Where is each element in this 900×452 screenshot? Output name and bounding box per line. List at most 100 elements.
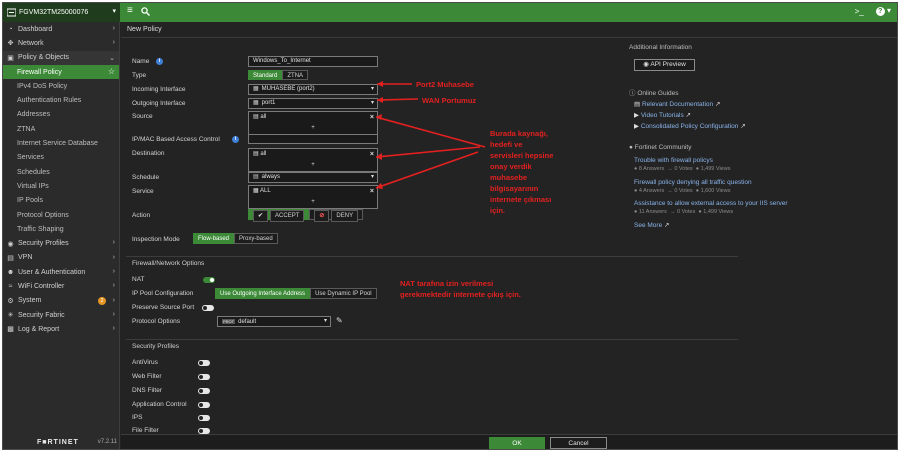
video-icon: ▶	[634, 112, 639, 119]
incoming-interface-select[interactable]: ▦ MUHASEBE (port2) ▾	[248, 84, 378, 95]
annotation-nat-note: NAT tarafına izin verilmesi gerekmektedi…	[400, 279, 521, 299]
sidebar-item-virtual-ips[interactable]: Virtual IPs	[3, 179, 119, 193]
dns-filter-label: DNS Filter	[132, 387, 162, 394]
web-filter-toggle[interactable]	[198, 374, 210, 380]
external-link-icon: ↗	[714, 101, 721, 108]
chevron-right-icon: ›	[112, 268, 115, 276]
action-accept-button[interactable]: ✔ ACCEPT	[248, 209, 310, 222]
star-icon[interactable]: ☆	[108, 67, 115, 76]
see-more-link[interactable]: See More ↗	[634, 221, 669, 229]
sidebar-item-addresses[interactable]: Addresses	[3, 108, 119, 122]
add-source-button[interactable]: +	[249, 123, 377, 134]
consolidated-policy-link[interactable]: ▶ Consolidated Policy Configuration ↗	[634, 122, 746, 130]
online-guides-heading: ⓘ Online Guides	[629, 90, 679, 97]
service-label: Service	[132, 188, 154, 195]
action-deny-button[interactable]: ⊘ DENY	[309, 209, 364, 222]
sidebar-item-protocol-options[interactable]: Protocol Options	[3, 208, 119, 222]
ok-button[interactable]: OK	[489, 437, 545, 449]
sidebar-item-ip-pools[interactable]: IP Pools	[3, 194, 119, 208]
lock-icon: ◉	[7, 240, 14, 248]
sidebar-item-internet-service-database[interactable]: Internet Service Database	[3, 136, 119, 150]
community-post-link[interactable]: Trouble with firewall policys	[634, 157, 713, 164]
community-post-link[interactable]: Firewall policy denying all traffic ques…	[634, 179, 752, 186]
type-standard-option[interactable]: Standard	[248, 70, 283, 80]
source-entry: ▤ all ×	[253, 112, 374, 123]
inspection-flow-based-option[interactable]: Flow-based	[193, 233, 235, 244]
sidebar-item-wifi-controller[interactable]: ≈ WiFi Controller ›	[3, 279, 119, 293]
sidebar-item-authentication-rules[interactable]: Authentication Rules	[3, 93, 119, 107]
sidebar-item-network[interactable]: ✥ Network ›	[3, 36, 119, 50]
inspection-mode-toggle: Flow-based Proxy-based	[193, 233, 278, 244]
sidebar-item-user-authentication[interactable]: ☻ User & Authentication ›	[3, 265, 119, 279]
sidebar-item-dashboard[interactable]: ◔ Dashboard ›	[3, 22, 119, 36]
service-field[interactable]: ▦ ALL × +	[248, 185, 378, 209]
sidebar-item-services[interactable]: Services	[3, 151, 119, 165]
nat-toggle[interactable]	[203, 277, 215, 283]
info-icon[interactable]: i	[232, 136, 239, 143]
cli-console-button[interactable]: >_	[855, 7, 864, 16]
dropdown-arrow-icon: ▾	[370, 86, 374, 92]
firmware-version: v7.2.11	[97, 439, 117, 445]
info-icon[interactable]: i	[156, 58, 163, 65]
video-tutorials-link[interactable]: ▶ Video Tutorials ↗	[634, 111, 691, 119]
fabric-icon: ✳	[7, 312, 14, 320]
community-post-meta: ● 8 Answers → 0 Votes ● 1,499 Views	[634, 166, 731, 172]
add-destination-button[interactable]: +	[249, 160, 377, 171]
destination-field[interactable]: ▤ all × +	[248, 148, 378, 172]
sidebar-item-system[interactable]: ⚙ System 2 ›	[3, 294, 119, 308]
dialog-footer: OK Cancel	[121, 434, 897, 449]
cancel-button[interactable]: Cancel	[550, 437, 607, 449]
sidebar-item-ipv4-dos-policy[interactable]: IPv4 DoS Policy	[3, 79, 119, 93]
name-input[interactable]: Windows_To_Internet	[248, 56, 378, 67]
destination-entry: ▤ all ×	[253, 149, 374, 160]
ip-pool-outgoing-interface-option[interactable]: Use Outgoing Interface Address	[215, 288, 311, 299]
inspection-proxy-based-option[interactable]: Proxy-based	[234, 233, 278, 244]
protocol-options-select[interactable]: PROT default ▾	[217, 316, 331, 327]
chevron-down-icon: ⌄	[109, 54, 115, 62]
api-preview-button[interactable]: ◉ API Preview	[634, 59, 695, 71]
relevant-documentation-link[interactable]: ▤ Relevant Documentation ↗	[634, 100, 720, 108]
sidebar-item-security-fabric[interactable]: ✳ Security Fabric ›	[3, 308, 119, 322]
protocol-options-label: Protocol Options	[132, 318, 181, 325]
community-post-meta: ● 11 Answers → 0 Votes ● 1,499 Views	[634, 209, 734, 215]
type-ztna-option[interactable]: ZTNA	[282, 70, 309, 80]
ipmac-access-control-field[interactable]	[248, 134, 378, 144]
sidebar-item-firewall-policy[interactable]: Firewall Policy ☆	[3, 64, 119, 80]
sidebar-item-log-report[interactable]: ▩ Log & Report ›	[3, 322, 119, 336]
action-toggle: ✔ ACCEPT ⊘ DENY	[248, 209, 364, 222]
schedule-select[interactable]: ▤ always ▾	[248, 172, 378, 183]
application-control-toggle[interactable]	[198, 402, 210, 408]
ips-toggle[interactable]	[198, 415, 210, 421]
sidebar-item-vpn[interactable]: ▤ VPN ›	[3, 251, 119, 265]
sidebar-footer: F■RTINET v7.2.11	[3, 433, 119, 449]
help-button[interactable]: ? ▾	[875, 6, 891, 16]
annotation-port2: Port2 Muhasebe	[416, 80, 474, 89]
sidebar-item-policy-objects[interactable]: ▣ Policy & Objects ⌄	[3, 50, 119, 65]
menu-icon[interactable]: ≡	[127, 5, 133, 19]
add-service-button[interactable]: +	[249, 197, 377, 208]
type-toggle: Standard ZTNA	[248, 70, 309, 80]
device-selector[interactable]: FGVM32TM25000076 ▾	[3, 3, 120, 22]
antivirus-toggle[interactable]	[198, 360, 210, 366]
outgoing-interface-label: Outgoing Interface	[132, 100, 186, 107]
outgoing-interface-select[interactable]: ▦ port1 ▾	[248, 98, 378, 109]
sidebar-item-security-profiles[interactable]: ◉ Security Profiles ›	[3, 236, 119, 250]
edit-icon[interactable]: ✎	[336, 316, 343, 325]
source-label: Source	[132, 113, 153, 120]
remove-icon[interactable]: ×	[370, 149, 374, 160]
ip-pool-dynamic-option[interactable]: Use Dynamic IP Pool	[310, 288, 377, 299]
remove-icon[interactable]: ×	[370, 186, 374, 197]
web-filter-label: Web Filter	[132, 373, 162, 380]
dns-filter-toggle[interactable]	[198, 388, 210, 394]
community-post-link[interactable]: Assistance to allow external access to y…	[634, 200, 788, 207]
sidebar-item-ztna[interactable]: ZTNA	[3, 122, 119, 136]
calendar-icon: ▤	[253, 174, 259, 180]
file-filter-label: File Filter	[132, 427, 159, 434]
sidebar-item-schedules[interactable]: Schedules	[3, 165, 119, 179]
preserve-source-port-toggle[interactable]	[202, 305, 214, 311]
sidebar-item-traffic-shaping[interactable]: Traffic Shaping	[3, 222, 119, 236]
source-field[interactable]: ▤ all × +	[248, 111, 378, 135]
remove-icon[interactable]: ×	[370, 112, 374, 123]
device-name: FGVM32TM25000076	[19, 9, 89, 16]
search-icon[interactable]	[141, 5, 150, 19]
